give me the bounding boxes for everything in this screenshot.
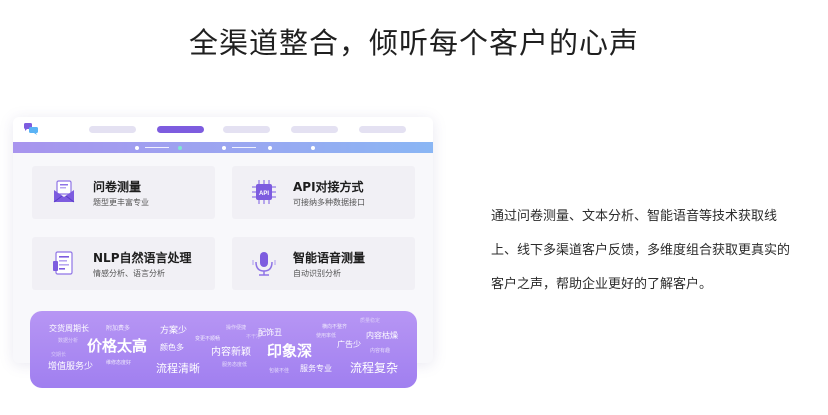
word-cloud-term: 交货周期长 [49,324,89,333]
progress-step-dot [178,146,182,150]
card-title: NLP自然语言处理 [93,251,192,265]
description-line: 通过问卷测量、文本分析、智能语音等技术获取线 [491,209,778,224]
progress-steps [13,142,433,153]
feedback-word-cloud: 交货周期长 附加费多 方案少 操作便捷 配饰丑 横向不整齐 内容枯燥 数据分析 … [30,311,417,388]
feature-card-survey[interactable]: 问卷测量 题型更丰富专业 [32,166,215,219]
word-cloud-term: 变更不顺畅 [195,336,221,342]
word-cloud-term: 数据分析 [58,338,79,344]
progress-step-line [232,147,256,148]
word-cloud-term: 颜色多 [160,343,184,352]
word-cloud-term: 印象深 [267,342,313,360]
word-cloud-term: 质量稳定 [360,318,381,324]
progress-step-dot [135,146,139,150]
word-cloud-term: 流程复杂 [350,361,399,375]
envelope-survey-icon [53,180,75,203]
progress-step-dot [222,146,226,150]
word-cloud-term: 方案少 [160,326,188,336]
feature-card-voice[interactable]: 智能语音测量 自动识别分析 [232,237,415,290]
feature-card-api[interactable]: API API对接方式 可接纳多种数据接口 [232,166,415,219]
microphone-icon [252,252,276,276]
word-cloud-term: 内容枯燥 [366,331,398,340]
word-cloud-term: 服务专业 [300,364,332,373]
nav-tab-5[interactable] [359,126,406,133]
card-title: API对接方式 [293,180,364,194]
card-title: 智能语音测量 [293,251,366,265]
word-cloud-term: 操作便捷 [226,325,247,331]
word-cloud-term: 流程清晰 [156,362,200,375]
nav-tab-3[interactable] [223,126,270,133]
word-cloud-term: 使用率低 [316,333,337,339]
feature-description: 通过问卷测量、文本分析、智能语音等技术获取线 上、线下多渠道客户反馈，多维度组合… [491,200,811,302]
card-description: 情感分析、语言分析 [93,269,165,278]
api-chip-icon: API [252,180,276,204]
word-cloud-term: 附加费多 [106,325,131,332]
word-cloud-term: 包装不佳 [269,368,290,374]
document-analysis-icon [53,251,73,275]
nav-tab-1[interactable] [89,126,136,133]
page-heading: 全渠道整合，倾听每个客户的心声 [188,26,639,60]
nav-tab-4[interactable] [291,126,338,133]
mockup-topbar [13,117,433,142]
card-description: 自动识别分析 [293,269,341,278]
progress-step-dot [268,146,272,150]
svg-text:API: API [259,191,269,197]
progress-step-line [145,147,169,148]
word-cloud-term: 价格太高 [87,337,148,355]
word-cloud-term: 增值服务少 [48,362,94,372]
word-cloud-term: 不干净 [246,334,262,340]
nav-tab-2-active[interactable] [157,126,204,133]
card-description: 题型更丰富专业 [93,198,149,207]
word-cloud-term: 服务态度低 [222,362,248,368]
card-description: 可接纳多种数据接口 [293,198,365,207]
word-cloud-term: 内容有趣 [370,348,391,354]
word-cloud-term: 横向不整齐 [322,324,348,330]
word-cloud-term: 广告少 [337,340,361,349]
description-line: 客户之声，帮助企业更好的了解客户。 [491,277,713,292]
word-cloud-term: 维修态度好 [106,360,132,366]
feature-card-nlp[interactable]: NLP自然语言处理 情感分析、语言分析 [32,237,215,290]
word-cloud-term: 交期长 [51,352,67,358]
chat-logo-icon [24,123,38,135]
word-cloud-term: 配饰丑 [258,328,282,337]
progress-step-dot [311,146,315,150]
card-title: 问卷测量 [93,180,142,194]
word-cloud-term: 内容新颖 [211,347,251,358]
description-line: 上、线下多渠道客户反馈，多维度组合获取更真实的 [491,243,791,258]
